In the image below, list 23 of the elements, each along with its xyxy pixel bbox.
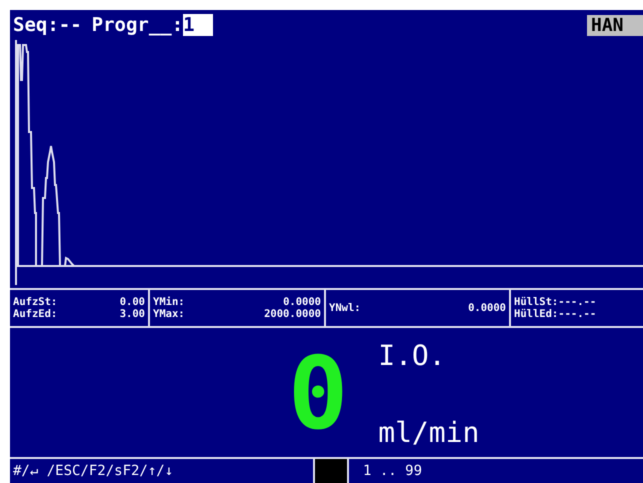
- key-hint: #/↵ /ESC/F2/sF2/↑/↓: [12, 463, 174, 479]
- info-label: HüllEd:: [514, 308, 558, 320]
- info-label: YMin:: [153, 296, 185, 308]
- display-value: 0: [288, 344, 348, 444]
- info-label: HüllSt:: [514, 296, 558, 308]
- info-label: YMax:: [153, 308, 185, 320]
- info-value: 0.00: [120, 296, 145, 308]
- info-value: 0.0000: [283, 296, 321, 308]
- info-label: YNwl:: [329, 302, 361, 314]
- program-label: Progr__:: [92, 14, 184, 36]
- info-value: ---.--: [558, 296, 596, 308]
- info-value: 2000.0000: [264, 308, 321, 320]
- sequence-label: Seq:--: [13, 14, 82, 36]
- range-text: 1 .. 99: [362, 463, 422, 479]
- unit-text: ml/min: [378, 416, 480, 449]
- program-field[interactable]: 1: [183, 14, 214, 36]
- info-label: AufzEd:: [13, 308, 58, 320]
- info-value: 3.00: [120, 308, 145, 320]
- info-value: ---.--: [558, 308, 596, 320]
- info-value: 0.0000: [468, 302, 506, 314]
- status-text: I.O.: [378, 339, 447, 372]
- info-label: AufzSt:: [13, 296, 58, 308]
- mode-badge: HAN: [587, 14, 643, 36]
